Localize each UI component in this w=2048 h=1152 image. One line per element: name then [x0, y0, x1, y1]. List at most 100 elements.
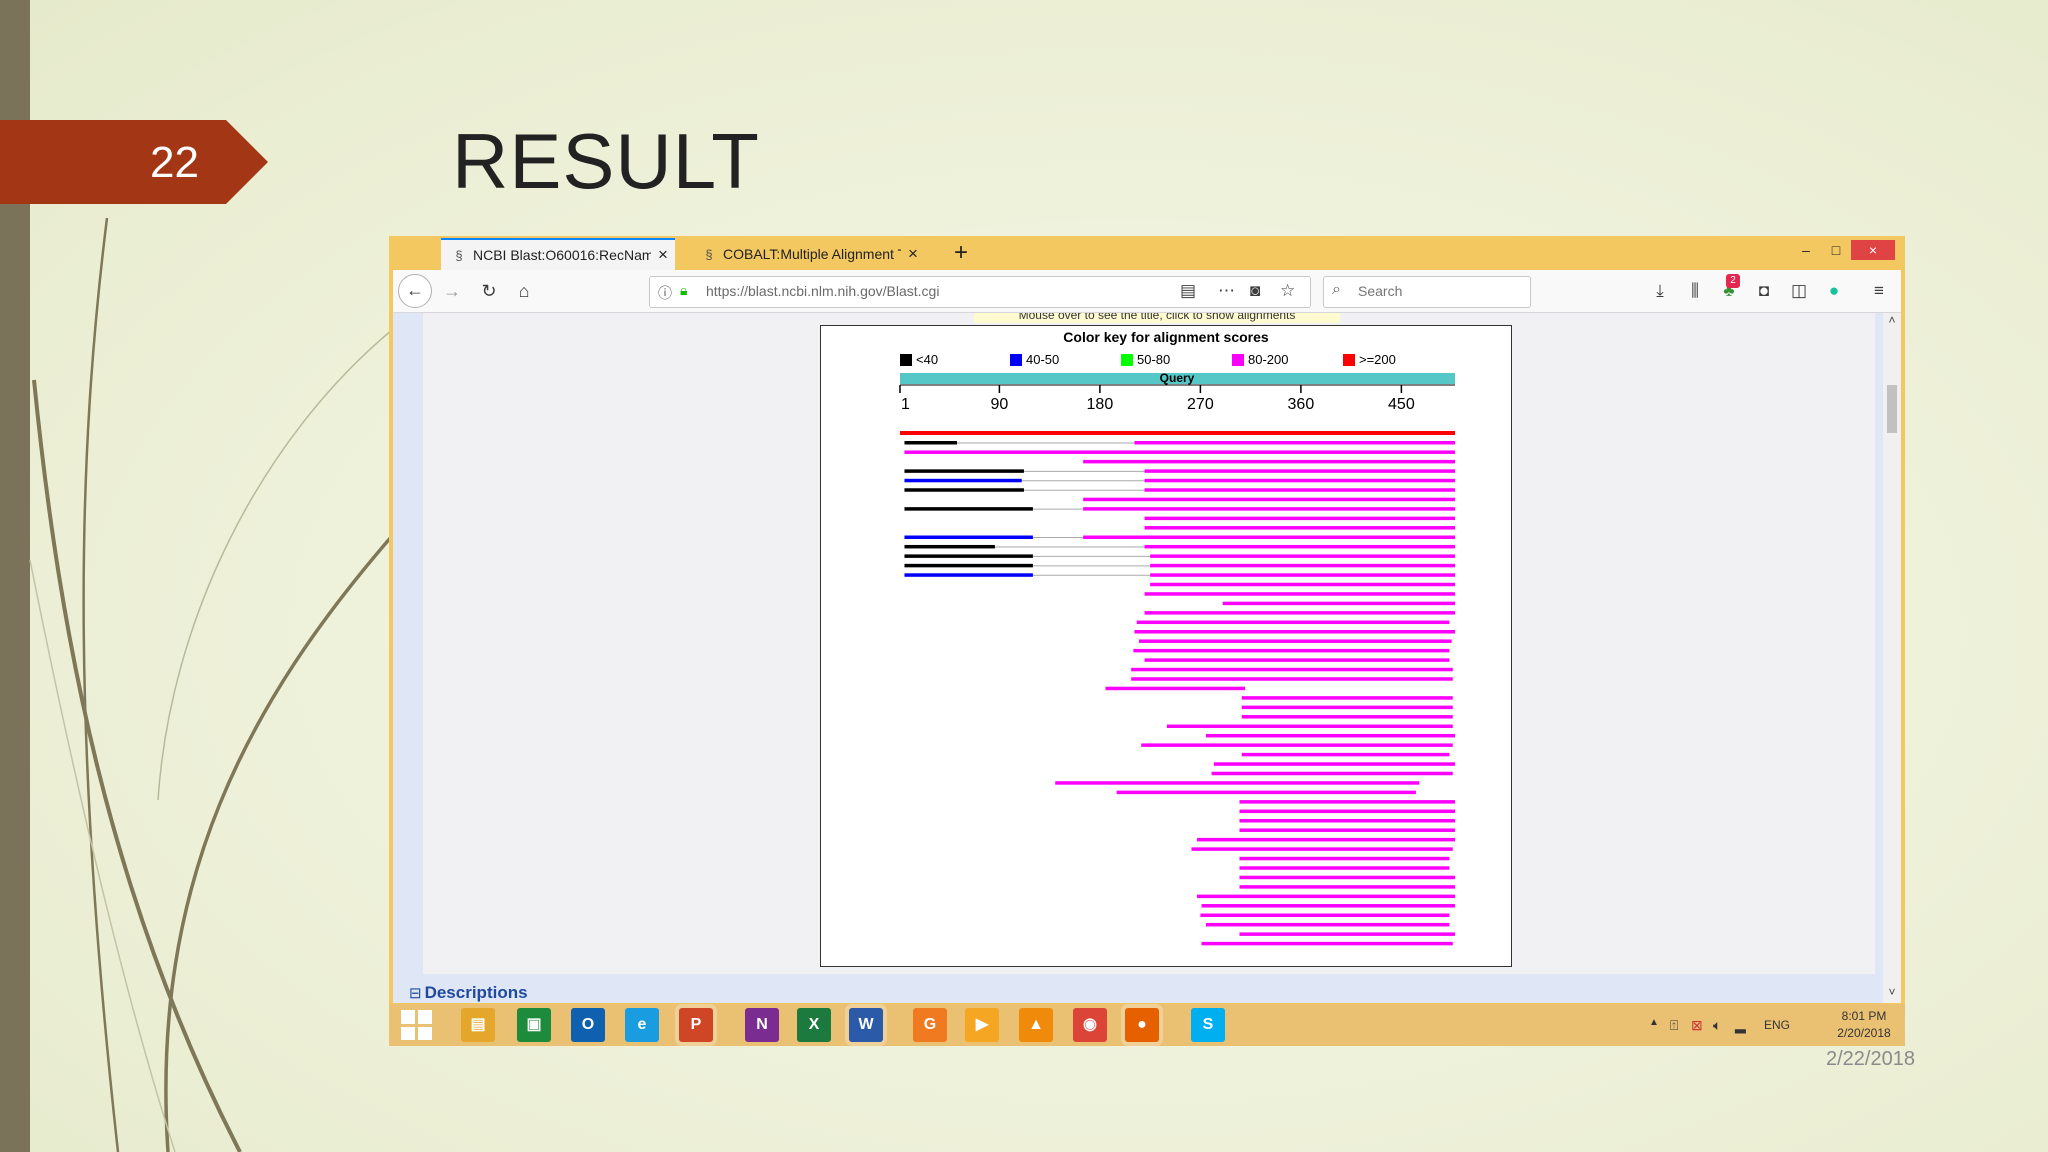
reload-icon[interactable]: ↻ [474, 276, 504, 306]
hit-segment[interactable] [1055, 781, 1420, 785]
hit-segment[interactable] [1239, 932, 1455, 936]
hit-segment[interactable] [904, 478, 1022, 483]
hit-segment[interactable] [1133, 648, 1450, 653]
signal-icon[interactable]: ▂ [1735, 1017, 1746, 1034]
grammarly-icon[interactable]: ● [1820, 277, 1848, 305]
menu-icon[interactable]: ≡ [1865, 277, 1893, 305]
store-icon[interactable]: ▣ [517, 1008, 551, 1042]
hit-segment[interactable] [1201, 904, 1455, 908]
hit-segment[interactable] [1239, 800, 1455, 804]
library-icon[interactable]: ⫼ [1681, 277, 1709, 305]
hit-segment[interactable] [1150, 554, 1455, 558]
sidebar-icon[interactable]: ◫ [1785, 277, 1813, 305]
hit-segment[interactable] [904, 450, 1455, 454]
hit-segment[interactable] [1166, 724, 1453, 729]
hit-segment[interactable] [1144, 611, 1455, 615]
hit-segment[interactable] [1239, 866, 1450, 870]
hit-segment[interactable] [1213, 762, 1455, 766]
hit-segment[interactable] [1144, 592, 1455, 596]
hit-segment[interactable] [1131, 667, 1453, 672]
hit-segment[interactable] [904, 573, 1033, 577]
tray-expand-icon[interactable]: ▲ [1649, 1017, 1659, 1028]
hit-segment[interactable] [1134, 441, 1455, 445]
tab-ncbi-blast[interactable]: § NCBI Blast:O60016:RecName: F × [441, 238, 675, 270]
hit-segment[interactable] [1239, 828, 1455, 832]
tab-cobalt[interactable]: § COBALT:Multiple Alignment T × [691, 238, 925, 270]
hit-segment[interactable] [1144, 488, 1455, 492]
alignment-graphic[interactable]: Color key for alignment scores <40 40-50 5… [820, 325, 1512, 967]
hit-segment[interactable] [1201, 941, 1453, 946]
hit-segment[interactable] [904, 488, 1024, 492]
page-actions-icon[interactable]: ⋯ [1218, 281, 1235, 301]
excel-icon[interactable]: X [797, 1008, 831, 1042]
system-clock[interactable]: 8:01 PM 2/20/2018 [1829, 1008, 1899, 1042]
new-tab-button[interactable]: + [945, 238, 977, 270]
hit-segment[interactable] [1134, 630, 1455, 634]
maximize-button[interactable]: □ [1821, 240, 1851, 260]
hit-segment[interactable] [904, 544, 995, 549]
hit-segment[interactable] [904, 563, 1033, 568]
site-info-icon[interactable]: ⓘ [658, 283, 672, 303]
minimize-button[interactable]: – [1791, 240, 1821, 260]
network-device-icon[interactable]: ⍐ [1670, 1017, 1678, 1034]
search-input[interactable] [1356, 282, 1520, 300]
forward-arrow-icon[interactable]: → [437, 276, 467, 306]
outlook-icon[interactable]: O [571, 1008, 605, 1042]
hit-segment[interactable] [1138, 639, 1452, 643]
skype-icon[interactable]: S [1191, 1008, 1225, 1042]
hit-segment[interactable] [1144, 478, 1455, 483]
hit-segment[interactable] [1150, 563, 1455, 568]
powerpoint-icon[interactable]: P [679, 1008, 713, 1042]
scroll-up-arrow[interactable]: ˄ [1883, 313, 1901, 327]
download-icon[interactable]: ⤓ [1646, 277, 1674, 305]
pocket-icon[interactable]: ◙ [1250, 281, 1260, 301]
internet-explorer-icon[interactable]: e [625, 1008, 659, 1042]
back-arrow-icon[interactable]: ← [398, 274, 432, 308]
scroll-down-arrow[interactable]: ˅ [1883, 985, 1901, 999]
window-close-button[interactable]: × [1851, 240, 1895, 260]
hit-segment[interactable] [1211, 771, 1453, 776]
hit-segment[interactable] [1239, 819, 1455, 823]
hit-segment[interactable] [1083, 507, 1455, 511]
hit-segment[interactable] [1239, 885, 1455, 889]
bookmark-star-icon[interactable]: ☆ [1280, 281, 1295, 301]
hit-segment[interactable] [1241, 696, 1453, 700]
query-self-hit[interactable] [900, 431, 1455, 435]
search-box[interactable]: ⌕ [1323, 276, 1531, 308]
hit-segment[interactable] [1150, 573, 1455, 577]
firefox-icon[interactable]: ● [1125, 1008, 1159, 1042]
media-player-icon[interactable]: ▶ [965, 1008, 999, 1042]
windows-start-icon[interactable] [401, 1010, 433, 1040]
hit-segment[interactable] [904, 535, 1033, 540]
scrollbar-thumb[interactable] [1887, 385, 1897, 433]
hit-segment[interactable] [1150, 582, 1455, 587]
hit-segment[interactable] [1144, 526, 1455, 530]
tab-close-icon[interactable]: × [651, 245, 675, 265]
home-icon[interactable]: ⌂ [509, 276, 539, 306]
alignment-graphic-svg[interactable]: Color key for alignment scores <40 40-50 5… [821, 326, 1511, 966]
hit-segment[interactable] [1083, 459, 1455, 464]
tab-close-icon[interactable]: × [901, 244, 925, 264]
hit-segment[interactable] [1241, 705, 1453, 710]
hit-segment[interactable] [1197, 894, 1455, 899]
hit-segment[interactable] [1200, 913, 1450, 918]
hit-segment[interactable] [904, 507, 1033, 511]
hit-segment[interactable] [1239, 809, 1455, 814]
hit-segment[interactable] [1105, 686, 1246, 691]
pdf-reader-icon[interactable]: G [913, 1008, 947, 1042]
url-bar[interactable]: ⓘ 🔒︎ https://blast.ncbi.nlm.nih.gov/Blas… [649, 276, 1311, 308]
hit-segment[interactable] [1239, 875, 1455, 880]
hit-segment[interactable] [1222, 601, 1455, 606]
hit-segment[interactable] [1141, 743, 1453, 747]
hit-segment[interactable] [1241, 752, 1450, 757]
hit-segment[interactable] [904, 441, 957, 445]
hit-segment[interactable] [1144, 544, 1455, 549]
hit-segment[interactable] [1131, 677, 1453, 681]
reader-view-icon[interactable]: ▤ [1180, 281, 1196, 301]
hit-segment[interactable] [1239, 856, 1450, 861]
hit-segment[interactable] [1144, 516, 1455, 521]
hit-segment[interactable] [1083, 497, 1455, 502]
hit-segment[interactable] [1191, 847, 1453, 851]
hit-segment[interactable] [1144, 658, 1450, 662]
onenote-icon[interactable]: N [745, 1008, 779, 1042]
